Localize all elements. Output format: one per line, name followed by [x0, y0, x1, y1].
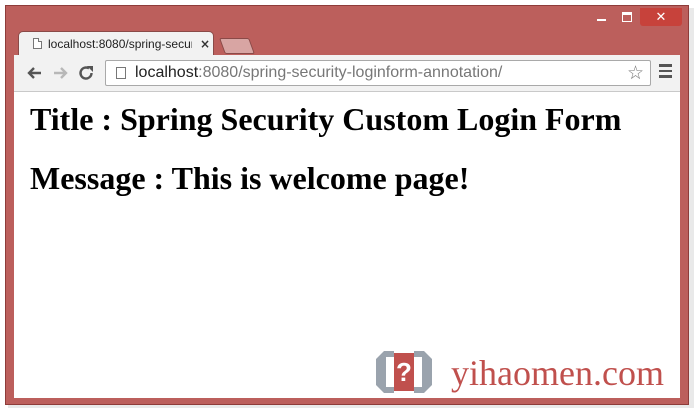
star-icon[interactable]: ☆	[627, 62, 644, 84]
watermark-logo-icon: ?	[376, 351, 432, 393]
maximize-button[interactable]	[614, 8, 640, 26]
tab-title: localhost:8080/spring-security-loginform…	[48, 36, 192, 51]
menu-icon[interactable]	[659, 64, 672, 81]
reload-icon[interactable]	[76, 63, 96, 83]
forward-arrow-icon[interactable]	[51, 63, 71, 83]
window-controls: ✕	[588, 8, 682, 28]
new-tab-button[interactable]	[219, 38, 255, 54]
back-arrow-icon[interactable]	[24, 63, 44, 83]
url-path: :8080/spring-security-loginform-annotati…	[198, 64, 503, 81]
maximize-icon	[622, 12, 632, 22]
close-icon: ✕	[655, 9, 667, 25]
page-message: Message : This is welcome page!	[30, 160, 470, 196]
tab-close-button[interactable]: ×	[200, 37, 210, 51]
minimize-icon	[596, 19, 606, 21]
tab-active[interactable]: localhost:8080/spring-security-loginform…	[18, 31, 214, 55]
browser-toolbar: localhost:8080/spring-security-loginform…	[14, 55, 680, 92]
url-host: localhost	[135, 64, 199, 81]
close-window-button[interactable]: ✕	[640, 8, 682, 26]
svg-text:?: ?	[396, 357, 412, 387]
page-icon	[116, 67, 126, 79]
page-icon	[33, 38, 42, 49]
minimize-button[interactable]	[588, 8, 614, 26]
browser-window: ✕ localhost:8080/spring-security-loginfo…	[5, 5, 689, 405]
page-title: Title : Spring Security Custom Login For…	[30, 101, 622, 137]
page-content: Title : Spring Security Custom Login For…	[14, 92, 680, 398]
address-bar[interactable]: localhost:8080/spring-security-loginform…	[105, 60, 651, 86]
watermark-text: yihaomen.com	[451, 353, 664, 393]
